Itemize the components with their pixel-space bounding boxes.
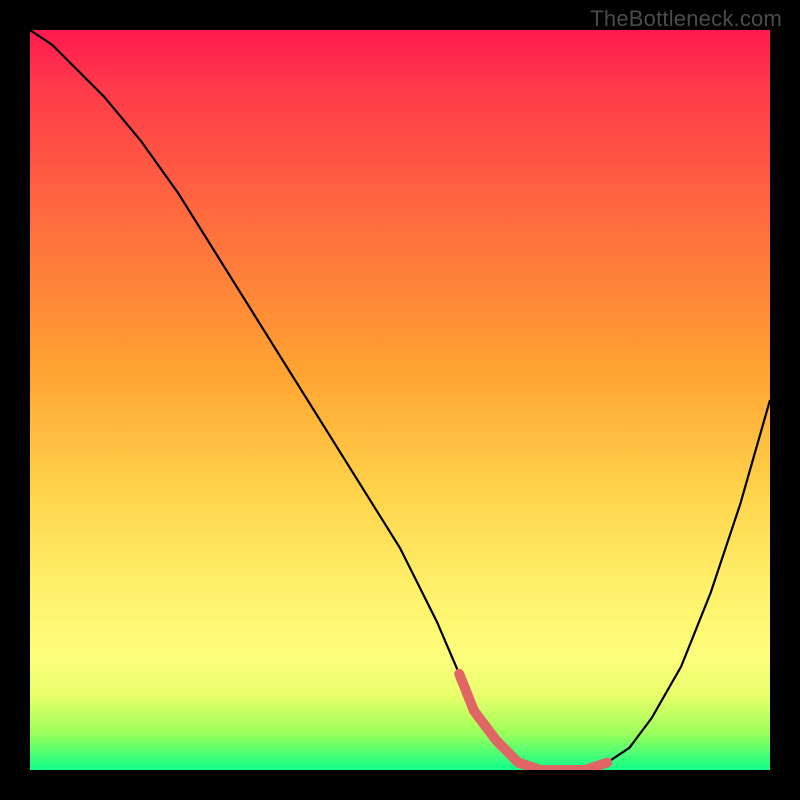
attribution-text: TheBottleneck.com bbox=[590, 6, 782, 32]
chart-frame: TheBottleneck.com bbox=[0, 0, 800, 800]
chart-plot-area bbox=[30, 30, 770, 770]
